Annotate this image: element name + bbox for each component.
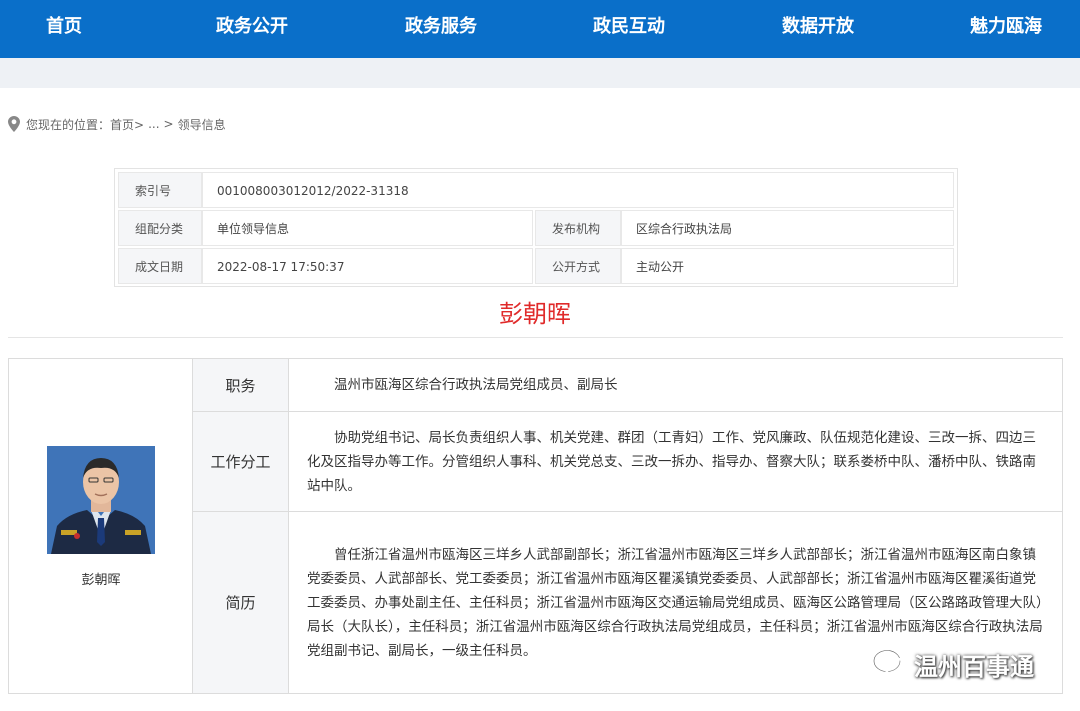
location-pin-icon (8, 116, 20, 132)
divider (8, 337, 1063, 338)
leader-name-title: 彭朝晖 (499, 300, 571, 328)
index-value: 001008003012012/2022-31318 (202, 172, 954, 208)
top-nav: 首页 政务公开 政务服务 政民互动 数据开放 魅力瓯海 (0, 0, 1080, 58)
nav-item-interaction[interactable]: 政民互动 (569, 0, 689, 58)
breadcrumb: 您现在的位置： 首页> ... > 领导信息 (8, 114, 226, 134)
leader-profile-table: 彭朝晖 职务 温州市瓯海区综合行政执法局党组成员、副局长 工作分工 协助党组书记… (8, 358, 1063, 694)
resume-text: 曾任浙江省温州市瓯海区三垟乡人武部副部长；浙江省温州市瓯海区三垟乡人武部部长；浙… (307, 546, 1043, 659)
leader-photo (47, 446, 155, 554)
photo-caption: 彭朝晖 (81, 573, 121, 588)
watermark-text: 温州百事通 (914, 652, 1034, 681)
breadcrumb-home-link[interactable]: 首页> (110, 116, 144, 133)
portrait-image (47, 446, 155, 554)
category-label: 组配分类 (118, 210, 202, 246)
issuer-value: 区综合行政执法局 (621, 210, 954, 246)
category-value: 单位领导信息 (202, 210, 533, 246)
photo-column: 彭朝晖 (9, 359, 193, 693)
nav-item-home[interactable]: 首页 (4, 0, 124, 58)
duty-value: 协助党组书记、局长负责组织人事、机关党建、群团（工青妇）工作、党风廉政、队伍规范… (289, 412, 1062, 512)
disclosure-label: 公开方式 (535, 248, 621, 284)
wechat-icon (872, 649, 910, 679)
issuer-label: 发布机构 (535, 210, 621, 246)
nav-item-open-data[interactable]: 数据开放 (758, 0, 878, 58)
date-label: 成文日期 (118, 248, 202, 284)
sub-bar (0, 58, 1080, 88)
position-text: 温州市瓯海区综合行政执法局党组成员、副局长 (334, 377, 618, 393)
breadcrumb-prefix: 您现在的位置： (26, 117, 111, 132)
position-value: 温州市瓯海区综合行政执法局党组成员、副局长 (289, 359, 1062, 412)
breadcrumb-separator: > (163, 117, 174, 131)
watermark: 温州百事通 (872, 646, 1034, 682)
metadata-table: 索引号 001008003012012/2022-31318 组配分类 单位领导… (114, 168, 958, 287)
nav-item-gov-services[interactable]: 政务服务 (381, 0, 501, 58)
breadcrumb-current[interactable]: 领导信息 (178, 116, 226, 133)
disclosure-value: 主动公开 (621, 248, 954, 284)
breadcrumb-ellipsis-link[interactable]: ... (148, 117, 159, 131)
index-label: 索引号 (118, 172, 202, 208)
position-label: 职务 (193, 359, 289, 412)
nav-item-charm-ouhai[interactable]: 魅力瓯海 (946, 0, 1066, 58)
resume-label: 简历 (193, 512, 289, 693)
date-value: 2022-08-17 17:50:37 (202, 248, 533, 284)
duty-text: 协助党组书记、局长负责组织人事、机关党建、群团（工青妇）工作、党风廉政、队伍规范… (307, 429, 1036, 494)
nav-item-gov-affairs-open[interactable]: 政务公开 (192, 0, 312, 58)
duty-label: 工作分工 (193, 412, 289, 512)
